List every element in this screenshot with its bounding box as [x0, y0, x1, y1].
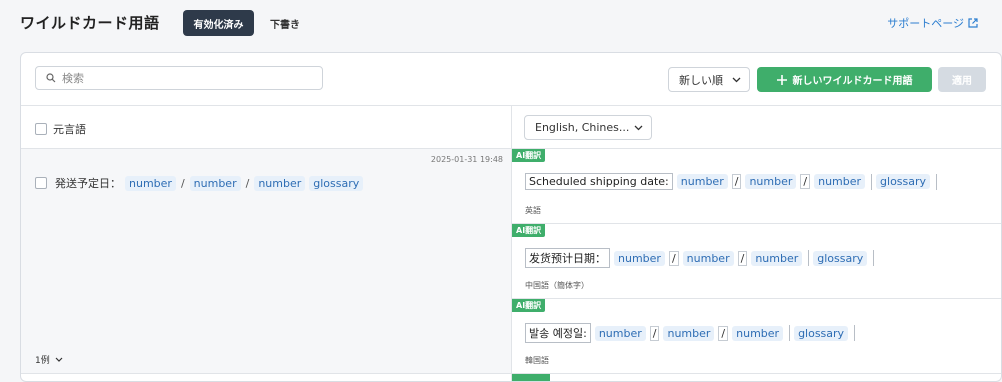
token-chip[interactable]: number — [732, 325, 784, 341]
token-chip[interactable]: glossary — [309, 175, 364, 191]
translation-language: 韓国語 — [525, 356, 549, 365]
sort-select[interactable]: 新しい順 — [668, 67, 750, 92]
support-link-label: サポートページ — [887, 17, 964, 30]
next-ai-badge — [512, 374, 550, 381]
external-link-icon — [968, 18, 978, 28]
token-chip[interactable]: number — [189, 175, 241, 191]
token-chip[interactable]: glossary — [876, 174, 931, 189]
tab-draft[interactable]: 下書き — [262, 10, 308, 36]
separator-tick — [871, 173, 873, 190]
translation-row: AI翻訳 발송 예정일: number / number / number gl… — [512, 299, 1001, 373]
language-select[interactable]: English, Chines... — [524, 115, 652, 140]
source-column-header: 元言語 — [35, 121, 86, 137]
chevron-down-icon — [634, 125, 643, 130]
tab-enabled[interactable]: 有効化済み — [183, 10, 254, 36]
ai-translation-badge: AI翻訳 — [512, 149, 546, 162]
source-prefix: 発送予定日： — [55, 177, 121, 190]
separator-tick — [936, 173, 938, 190]
token-chip[interactable]: number — [751, 250, 803, 266]
token-chip[interactable]: number — [125, 175, 176, 191]
separator-tick — [789, 325, 791, 341]
search-placeholder: 検索 — [62, 72, 84, 85]
token-chip[interactable]: number — [614, 250, 665, 266]
token-chip[interactable]: number — [745, 174, 797, 189]
search-icon — [46, 73, 56, 83]
token-chip[interactable]: glossary — [813, 250, 868, 266]
translation-text[interactable]: 발송 예정일: number / number / number glossar… — [525, 323, 856, 343]
page-title: ワイルドカード用語 — [20, 14, 160, 32]
wildcard-card: 検索 新しい順 新しいワイルドカード用語 適用 元言語 English, Chi… — [20, 52, 1002, 382]
slash-separator: / — [731, 174, 742, 189]
token-chip[interactable]: number — [676, 174, 728, 189]
slash-separator: / — [737, 250, 748, 266]
ai-translation-badge: AI翻訳 — [512, 224, 546, 237]
separator-tick — [873, 250, 875, 266]
token-chip[interactable]: number — [594, 325, 646, 341]
source-column-label: 元言語 — [53, 123, 86, 136]
token-chip[interactable]: glossary — [794, 325, 849, 341]
token-chip[interactable]: number — [663, 325, 715, 341]
translation-text[interactable]: Scheduled shipping date: number / number… — [525, 173, 938, 190]
support-link[interactable]: サポートページ — [887, 15, 978, 31]
translation-prefix: Scheduled shipping date: — [525, 173, 673, 190]
language-select-label: English, Chines... — [535, 121, 630, 134]
separator-tick — [808, 250, 810, 266]
plus-icon — [776, 74, 787, 85]
translation-prefix: 발송 예정일: — [525, 323, 591, 343]
slash-separator: / — [649, 325, 660, 341]
ai-translation-badge: AI翻訳 — [512, 299, 546, 312]
example-count-toggle[interactable]: 1例 — [35, 353, 63, 366]
top-bar: ワイルドカード用語 有効化済み 下書き サポートページ — [0, 0, 1002, 52]
translation-row: AI翻訳 Scheduled shipping date: number / n… — [512, 149, 1001, 223]
slash-separator: / — [245, 176, 250, 190]
separator-tick — [854, 325, 856, 341]
token-chip[interactable]: number — [814, 174, 866, 189]
translation-prefix: 发货预计日期： — [525, 248, 610, 268]
slash-separator: / — [180, 176, 185, 190]
entry-timestamp: 2025-01-31 19:48 — [430, 155, 503, 164]
search-input[interactable]: 検索 — [35, 66, 323, 90]
translation-row: AI翻訳 发货预计日期： number / number / number gl… — [512, 224, 1001, 298]
chevron-down-icon — [55, 357, 63, 362]
slash-separator: / — [668, 250, 679, 266]
token-chip[interactable]: number — [254, 175, 306, 191]
add-wildcard-button[interactable]: 新しいワイルドカード用語 — [757, 67, 932, 92]
slash-separator: / — [800, 174, 811, 189]
translation-text[interactable]: 发货预计日期： number / number / number glossar… — [525, 248, 875, 268]
source-entry: 2025-01-31 19:48 発送予定日： number / number … — [21, 149, 511, 374]
example-count-label: 1例 — [35, 356, 50, 366]
token-chip[interactable]: number — [682, 250, 734, 266]
source-term: 発送予定日： number / number / number glossary — [35, 175, 364, 191]
select-all-checkbox[interactable] — [35, 123, 47, 135]
translation-language: 英語 — [525, 206, 541, 215]
chevron-down-icon — [732, 77, 741, 82]
add-wildcard-label: 新しいワイルドカード用語 — [792, 76, 913, 87]
slash-separator: / — [718, 325, 729, 341]
apply-button[interactable]: 適用 — [938, 67, 986, 92]
entry-checkbox[interactable] — [35, 177, 47, 189]
translation-language: 中国語（簡体字） — [525, 281, 589, 290]
sort-select-label: 新しい順 — [679, 73, 723, 87]
